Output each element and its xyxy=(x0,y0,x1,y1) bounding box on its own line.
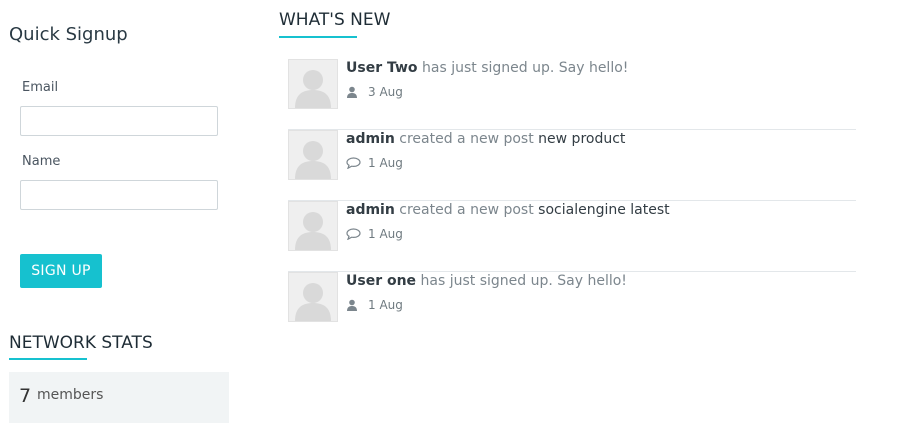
member-count: 7 xyxy=(19,385,32,407)
signup-button[interactable]: SIGN UP xyxy=(20,254,102,288)
feed-user-link[interactable]: User one xyxy=(346,273,416,289)
feed-object-link[interactable]: socialengine latest xyxy=(538,202,669,218)
stats-box: 7 members xyxy=(9,372,229,423)
feed-text: User Two has just signed up. Say hello! xyxy=(346,60,628,76)
feed-item: User one has just signed up. Say hello! … xyxy=(288,272,856,343)
feed-item: admin created a new post new product 1 A… xyxy=(288,130,856,201)
feed-meta: 1 Aug xyxy=(346,227,403,241)
feed-action-text: created a new post xyxy=(394,131,539,147)
avatar[interactable] xyxy=(288,272,338,322)
feed-item: User Two has just signed up. Say hello! … xyxy=(288,59,856,130)
avatar[interactable] xyxy=(288,130,338,180)
email-label: Email xyxy=(22,80,59,95)
feed-user-link[interactable]: admin xyxy=(346,131,395,147)
feed-date: 3 Aug xyxy=(368,85,403,99)
quick-signup-title: Quick Signup xyxy=(9,24,128,45)
feed-action-text: has just signed up. Say hello! xyxy=(416,273,627,289)
feed-text: admin created a new post socialengine la… xyxy=(346,202,670,218)
whats-new-title: WHAT'S NEW xyxy=(279,10,391,30)
comment-icon xyxy=(346,157,362,170)
feed-meta: 1 Aug xyxy=(346,298,403,312)
email-field[interactable] xyxy=(20,106,218,136)
feed-meta: 3 Aug xyxy=(346,85,403,99)
feed-date: 1 Aug xyxy=(368,156,403,170)
user-icon xyxy=(346,299,362,311)
feed-item: admin created a new post socialengine la… xyxy=(288,201,856,272)
feed-object-link[interactable]: new product xyxy=(538,131,625,147)
feed-text: admin created a new post new product xyxy=(346,131,625,147)
avatar-placeholder-icon xyxy=(289,60,337,108)
feed-user-link[interactable]: User Two xyxy=(346,60,418,76)
feed-action-text: has just signed up. Say hello! xyxy=(417,60,629,76)
whats-new-underline xyxy=(279,36,357,38)
avatar-placeholder-icon xyxy=(289,202,337,250)
name-label: Name xyxy=(22,154,61,169)
name-field[interactable] xyxy=(20,180,218,210)
feed-user-link[interactable]: admin xyxy=(346,202,395,218)
user-icon xyxy=(346,86,362,98)
feed-date: 1 Aug xyxy=(368,298,403,312)
comment-icon xyxy=(346,228,362,241)
member-label: members xyxy=(37,387,104,403)
feed-text: User one has just signed up. Say hello! xyxy=(346,273,627,289)
avatar-placeholder-icon xyxy=(289,273,337,321)
feed-date: 1 Aug xyxy=(368,227,403,241)
avatar[interactable] xyxy=(288,59,338,109)
feed-action-text: created a new post xyxy=(394,202,539,218)
avatar-placeholder-icon xyxy=(289,131,337,179)
network-stats-title: NETWORK STATS xyxy=(9,333,153,353)
avatar[interactable] xyxy=(288,201,338,251)
page: Quick Signup Email Name SIGN UP NETWORK … xyxy=(0,0,914,423)
feed-meta: 1 Aug xyxy=(346,156,403,170)
network-stats-underline xyxy=(9,358,87,360)
